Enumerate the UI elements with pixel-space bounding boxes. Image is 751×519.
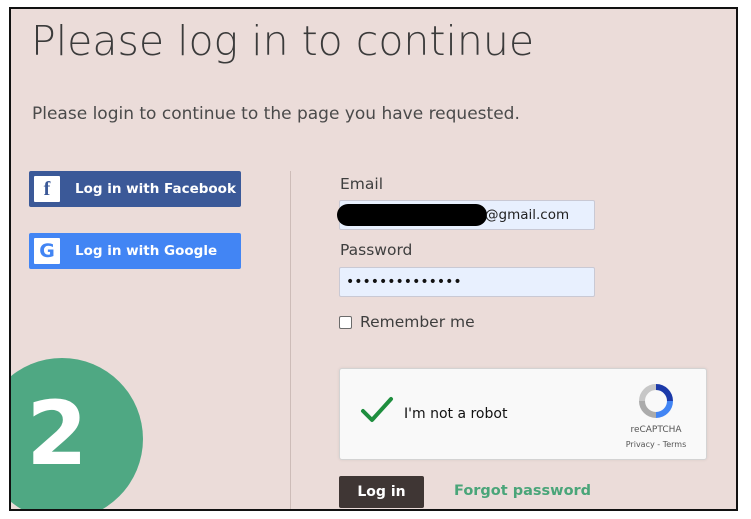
remember-me-checkbox[interactable] <box>339 315 352 329</box>
checkmark-icon[interactable] <box>360 395 394 425</box>
email-label: Email <box>340 175 384 193</box>
step-number: 2 <box>26 382 88 485</box>
recaptcha-logo-icon <box>639 384 673 418</box>
remember-me[interactable]: Remember me <box>339 313 475 331</box>
password-mask: •••••••••••••• <box>346 274 462 290</box>
column-divider <box>290 171 291 509</box>
redaction-mark <box>337 204 487 226</box>
google-icon: G <box>34 238 60 264</box>
facebook-login-label: Log in with Facebook <box>75 181 236 197</box>
email-value: @gmail.com <box>485 207 570 223</box>
login-button[interactable]: Log in <box>339 476 424 508</box>
page-title: Please log in to continue <box>31 17 535 65</box>
facebook-icon: f <box>34 176 60 202</box>
page-subtitle: Please login to continue to the page you… <box>32 104 520 124</box>
recaptcha-brand: reCAPTCHA <box>630 425 682 435</box>
password-label: Password <box>340 241 413 259</box>
recaptcha-widget[interactable]: I'm not a robot reCAPTCHA Privacy - Term… <box>339 368 707 460</box>
recaptcha-links[interactable]: Privacy - Terms <box>618 440 694 449</box>
remember-me-label: Remember me <box>360 313 475 331</box>
not-robot-label: I'm not a robot <box>404 406 508 422</box>
google-login-label: Log in with Google <box>75 243 218 259</box>
forgot-password-link[interactable]: Forgot password <box>454 483 591 499</box>
email-field[interactable]: @gmail.com <box>337 200 595 230</box>
facebook-login-button[interactable]: f Log in with Facebook <box>29 171 241 207</box>
login-panel: Please log in to continue Please login t… <box>9 7 738 511</box>
password-field[interactable]: •••••••••••••• <box>339 267 595 297</box>
google-login-button[interactable]: G Log in with Google <box>29 233 241 269</box>
